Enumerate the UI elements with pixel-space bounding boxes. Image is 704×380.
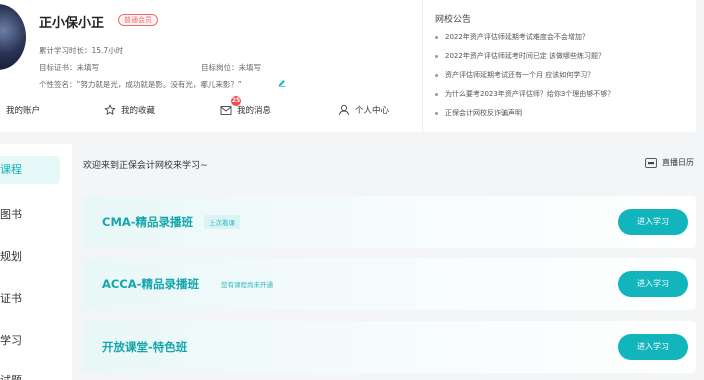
notice-item[interactable]: 为什么要考2023年资产评估师？给你3个理由够不够？ <box>435 90 614 109</box>
study-time: 累计学习时长：15.7小时 <box>39 46 124 55</box>
my-messages-label: 我的消息 <box>237 106 272 116</box>
course-title: ACCA-精品录播班 <box>102 277 199 291</box>
notice-item[interactable]: 2022年资产评估师延期考试难度会不会增加？ <box>435 33 614 52</box>
sidebar-item-courses[interactable]: 课程 <box>0 156 60 184</box>
enter-study-button[interactable]: 进入学习 <box>618 209 688 235</box>
sidebar-item-plan[interactable]: 规划 <box>0 248 22 264</box>
course-title: 开放课堂-特色班 <box>102 340 188 354</box>
not-activated-tag: 您有课程尚未开通 <box>221 281 273 289</box>
welcome-text: 欢迎来到正保会计网校来学习~ <box>83 161 208 171</box>
main-content: 欢迎来到正保会计网校来学习~ 直播日历 CMA-精品录播班 上次看课 进入学习 … <box>72 144 696 380</box>
notice-item[interactable]: 正保会计网校反诈骗声明 <box>435 109 614 128</box>
last-watched-tag: 上次看课 <box>204 215 240 229</box>
star-icon <box>104 104 116 115</box>
mail-icon <box>220 105 232 115</box>
profile-center-link[interactable]: 个人中心 <box>338 104 389 116</box>
my-favorites-link[interactable]: 我的收藏 <box>104 104 155 116</box>
profile-card: 正小保小正 普通会员 累计学习时长：15.7小时 目标证书：未填写 目标岗位：未… <box>0 0 422 132</box>
live-calendar-link[interactable]: 直播日历 <box>645 157 694 168</box>
target-job: 目标岗位：未填写 <box>201 63 261 72</box>
username: 正小保小正 <box>39 16 105 31</box>
my-account-label: 我的账户 <box>6 106 41 116</box>
my-favorites-label: 我的收藏 <box>121 106 156 116</box>
notice-item[interactable]: 2022年资产评估师延考时间已定 该做哪些练习题？ <box>435 52 614 71</box>
sidebar-item-study[interactable]: 学习 <box>0 332 22 348</box>
enter-study-button[interactable]: 进入学习 <box>618 334 688 360</box>
enter-study-button[interactable]: 进入学习 <box>618 271 688 297</box>
avatar[interactable] <box>0 4 26 70</box>
course-card-open-class: 开放课堂-特色班 进入学习 <box>82 321 696 373</box>
my-account-link[interactable]: 我的账户 <box>6 104 40 116</box>
sidebar-item-questions[interactable]: 试题 <box>0 372 22 380</box>
notice-panel: 网校公告 2022年资产评估师延期考试难度会不会增加？ 2022年资产评估师延考… <box>422 0 696 132</box>
notice-list: 2022年资产评估师延期考试难度会不会增加？ 2022年资产评估师延考时间已定 … <box>435 33 614 128</box>
sidebar: 课程 图书 规划 证书 学习 试题 <box>0 144 72 380</box>
course-card-cma: CMA-精品录播班 上次看课 进入学习 <box>82 196 696 248</box>
my-messages-link[interactable]: 我的消息 <box>220 104 271 116</box>
message-count-badge: 25 <box>231 96 241 106</box>
sidebar-item-books[interactable]: 图书 <box>0 206 22 222</box>
calendar-icon <box>645 157 657 168</box>
notice-title: 网校公告 <box>435 15 472 25</box>
profile-center-label: 个人中心 <box>355 106 390 116</box>
edit-icon[interactable] <box>278 79 286 87</box>
notice-item[interactable]: 资产评估师延期考试还有一个月 应该如何学习？ <box>435 71 614 90</box>
person-icon <box>339 104 349 116</box>
live-calendar-label: 直播日历 <box>662 158 694 167</box>
member-badge: 普通会员 <box>118 14 158 26</box>
course-title: CMA-精品录播班 <box>102 215 194 229</box>
signature: 个性签名：“努力就是光，成功就是影。没有光，哪儿来影？” <box>39 80 242 89</box>
sidebar-item-certificates[interactable]: 证书 <box>0 290 22 306</box>
course-card-acca: ACCA-精品录播班 您有课程尚未开通 进入学习 <box>82 258 696 310</box>
target-cert: 目标证书：未填写 <box>39 63 99 72</box>
